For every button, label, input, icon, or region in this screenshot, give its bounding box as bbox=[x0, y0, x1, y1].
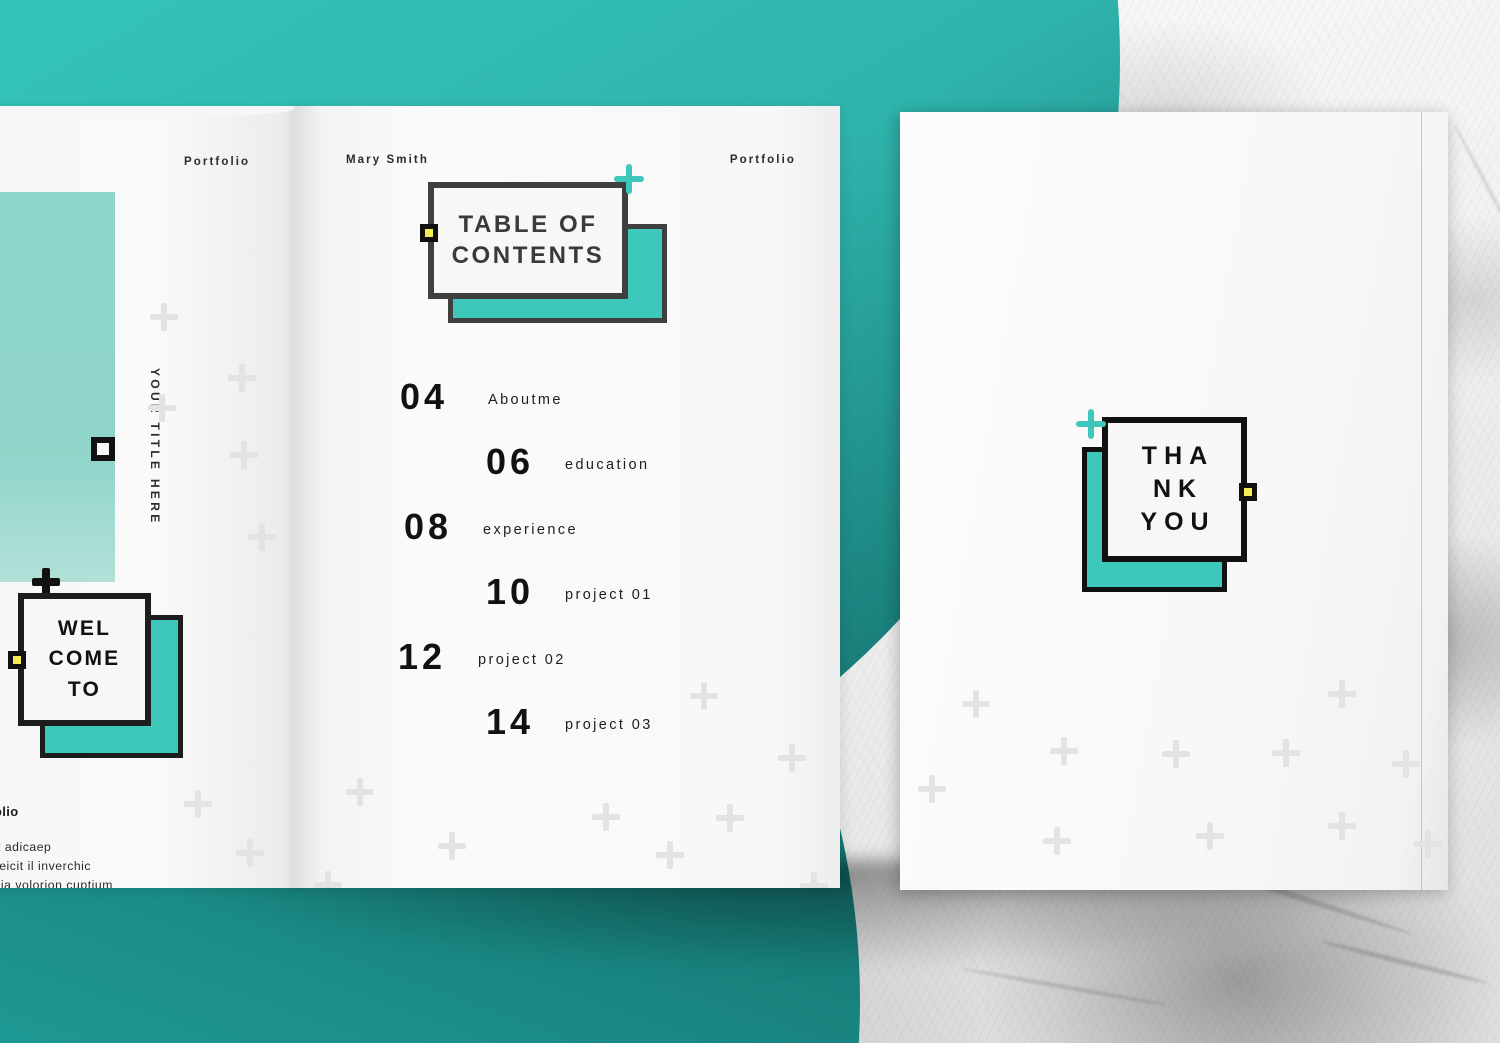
yellow-square-mark bbox=[420, 224, 438, 242]
author-name: Mary Smith bbox=[346, 154, 429, 166]
plus-icon bbox=[1414, 830, 1442, 858]
plus-icon bbox=[800, 872, 828, 888]
open-book-spread: Portfolio YOUR TITLE HERE WEL COME TO li… bbox=[0, 106, 840, 888]
left-page-lead: me to my portfolio bbox=[0, 804, 19, 819]
plus-icon bbox=[1162, 740, 1190, 768]
toc-entry[interactable]: 14 project 03 bbox=[360, 701, 780, 766]
toc-title-line-2: CONTENTS bbox=[451, 241, 605, 269]
toc-entry[interactable]: 04 Aboutme bbox=[360, 376, 780, 441]
page-curve bbox=[0, 106, 308, 120]
toc-entry[interactable]: 06 education bbox=[360, 441, 780, 506]
photo-floor bbox=[0, 486, 115, 582]
plus-icon bbox=[918, 775, 946, 803]
plus-icon bbox=[1272, 739, 1300, 767]
plus-icon bbox=[716, 804, 744, 832]
body-line: muscil inullab inis eicit il inverchic bbox=[0, 859, 92, 873]
toc-entry-label: experience bbox=[483, 522, 578, 538]
plus-icon bbox=[1392, 750, 1420, 778]
plus-icon bbox=[1328, 680, 1356, 708]
welcome-badge: WEL COME TO bbox=[8, 593, 183, 758]
plus-icon bbox=[314, 871, 342, 888]
left-page-body: te simolo officillant adicaep muscil inu… bbox=[0, 838, 113, 888]
thank-you-badge-main: THA NK YOU bbox=[1102, 417, 1247, 562]
thank-you-line-2: NK bbox=[1152, 475, 1204, 503]
book-edge-line bbox=[1421, 112, 1422, 890]
plus-icon bbox=[656, 841, 684, 869]
toc-entry-label: project 03 bbox=[565, 717, 653, 733]
toc-entry-number: 12 bbox=[398, 636, 447, 677]
toc-entry-label: project 02 bbox=[478, 652, 566, 668]
toc-entry-number: 06 bbox=[486, 441, 535, 482]
toc-entry[interactable]: 10 project 01 bbox=[360, 571, 780, 636]
plus-icon bbox=[228, 364, 256, 392]
toc-entry-label: project 01 bbox=[565, 587, 653, 603]
thank-you-badge: THA NK YOU bbox=[1082, 417, 1272, 607]
welcome-line-1: WEL bbox=[57, 616, 112, 640]
thank-you-line-1: THA bbox=[1141, 442, 1215, 470]
toc-list: 04 Aboutme 06 education 08 experience 10… bbox=[360, 376, 780, 766]
page-right: Mary Smith Portfolio TABLE OF CONTENTS 0… bbox=[294, 106, 840, 888]
page-left: Portfolio YOUR TITLE HERE WEL COME TO li… bbox=[0, 106, 308, 888]
toc-title-badge: TABLE OF CONTENTS bbox=[420, 182, 668, 327]
toc-entry-label: education bbox=[565, 457, 650, 473]
toc-entry[interactable]: 08 experience bbox=[360, 506, 780, 571]
toc-entry-label: Aboutme bbox=[488, 392, 563, 408]
square-outline-mark bbox=[91, 437, 115, 461]
yellow-square-mark bbox=[1239, 483, 1257, 501]
body-line: te simolo officillant adicaep bbox=[0, 840, 52, 854]
yellow-square-mark bbox=[8, 651, 26, 669]
toc-entry-number: 08 bbox=[404, 506, 453, 547]
toc-entry-number: 04 bbox=[400, 376, 449, 417]
plus-icon bbox=[592, 803, 620, 831]
chair-photo bbox=[0, 192, 115, 582]
plus-icon bbox=[778, 744, 806, 772]
body-line: natur modition pedia volorion cuptium bbox=[0, 878, 113, 888]
toc-entry-number: 10 bbox=[486, 571, 535, 612]
mockup-canvas: Portfolio YOUR TITLE HERE WEL COME TO li… bbox=[0, 0, 1500, 1043]
plus-icon bbox=[248, 523, 276, 551]
welcome-line-2: COME bbox=[48, 647, 121, 671]
welcome-badge-main: WEL COME TO bbox=[18, 593, 151, 726]
left-page-running-head: Portfolio bbox=[184, 156, 251, 168]
toc-badge-main: TABLE OF CONTENTS bbox=[428, 182, 628, 299]
plus-icon bbox=[438, 832, 466, 860]
toc-entry[interactable]: 12 project 02 bbox=[360, 636, 780, 701]
plus-icon bbox=[150, 303, 178, 331]
vertical-title: YOUR TITLE HERE bbox=[148, 368, 162, 526]
plus-icon bbox=[1043, 827, 1071, 855]
plus-icon bbox=[1050, 737, 1078, 765]
plus-icon bbox=[346, 778, 374, 806]
thank-you-line-3: YOU bbox=[1140, 508, 1216, 536]
plus-icon bbox=[230, 441, 258, 469]
plus-icon bbox=[962, 690, 990, 718]
welcome-line-3: TO bbox=[67, 677, 102, 701]
toc-entry-number: 14 bbox=[486, 701, 535, 742]
right-page-running-head: Portfolio bbox=[729, 154, 796, 166]
plus-icon bbox=[1328, 812, 1356, 840]
toc-title-line-1: TABLE OF bbox=[458, 210, 598, 238]
plus-icon bbox=[184, 790, 212, 818]
back-cover-book: THA NK YOU bbox=[900, 112, 1448, 890]
plus-icon bbox=[236, 839, 264, 867]
plus-icon bbox=[1196, 822, 1224, 850]
